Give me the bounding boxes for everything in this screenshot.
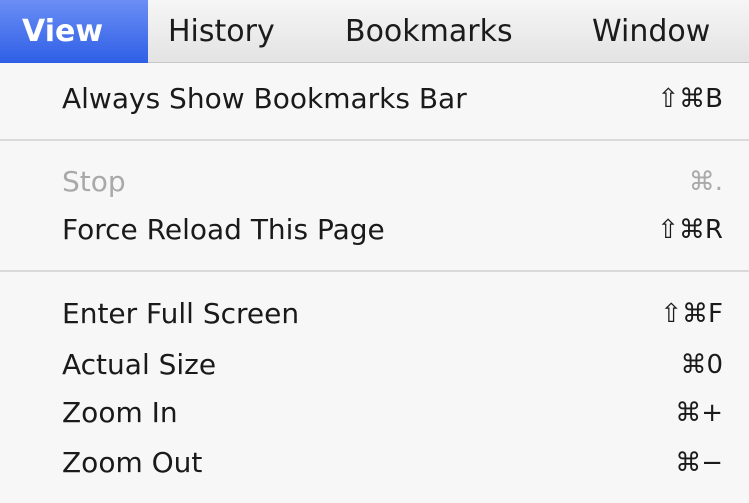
menu-separator <box>0 139 749 141</box>
menu-item-shortcut: ⌘. <box>688 167 723 197</box>
menu-item-label: Always Show Bookmarks Bar <box>62 82 467 115</box>
menu-item-label: Actual Size <box>62 348 217 381</box>
menu-separator <box>0 270 749 272</box>
menu-item-label: Force Reload This Page <box>62 213 385 246</box>
menu-item-label: Enter Full Screen <box>62 297 300 330</box>
menu-item-label: Zoom In <box>62 396 178 429</box>
menu-item-shortcut: ⇧⌘F <box>660 299 723 329</box>
menu-item-shortcut: ⇧⌘R <box>657 215 723 245</box>
menu-item-shortcut: ⇧⌘B <box>657 84 723 114</box>
menu-item-shortcut: ⌘− <box>675 448 723 478</box>
menu-item-force-reload[interactable]: Force Reload This Page ⇧⌘R <box>0 208 749 252</box>
menu-view[interactable]: View <box>0 0 148 63</box>
view-menu-dropdown: Always Show Bookmarks Bar ⇧⌘B Stop ⌘. Fo… <box>0 63 749 503</box>
browser-window: View History Bookmarks Window Always Sho… <box>0 0 749 503</box>
menu-item-zoom-in[interactable]: Zoom In ⌘+ <box>0 391 749 435</box>
menu-bookmarks[interactable]: Bookmarks <box>345 0 513 63</box>
menu-item-label: Zoom Out <box>62 446 203 479</box>
menu-item-shortcut: ⌘0 <box>680 350 723 380</box>
menu-item-zoom-out[interactable]: Zoom Out ⌘− <box>0 441 749 485</box>
menu-item-shortcut: ⌘+ <box>675 398 723 428</box>
menu-window[interactable]: Window <box>592 0 710 63</box>
menu-item-label: Stop <box>62 165 126 198</box>
menu-item-stop: Stop ⌘. <box>0 160 749 204</box>
menu-bar: View History Bookmarks Window <box>0 0 749 63</box>
menu-item-always-show-bookmarks-bar[interactable]: Always Show Bookmarks Bar ⇧⌘B <box>0 77 749 121</box>
menu-item-actual-size[interactable]: Actual Size ⌘0 <box>0 343 749 387</box>
menu-item-enter-full-screen[interactable]: Enter Full Screen ⇧⌘F <box>0 292 749 336</box>
menu-history[interactable]: History <box>168 0 275 63</box>
